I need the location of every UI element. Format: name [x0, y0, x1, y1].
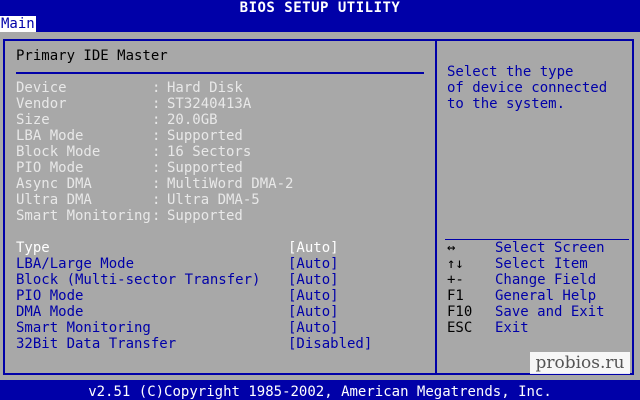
help-text-line: Select the type: [447, 64, 574, 80]
info-separator: :: [152, 160, 161, 176]
setting-type[interactable]: Type [Auto]: [16, 240, 416, 256]
info-value: Ultra DMA-5: [167, 192, 260, 208]
watermark: probios.ru: [530, 352, 630, 374]
info-value: ST3240413A: [167, 96, 252, 112]
key-name: +-: [447, 272, 464, 288]
help-text-line: of device connected: [447, 80, 608, 96]
info-value: Supported: [167, 208, 243, 224]
section-title: Primary IDE Master: [16, 48, 168, 64]
main-panel: Primary IDE Master Device : Hard Disk Ve…: [0, 32, 640, 380]
section-rule: [16, 72, 424, 74]
info-label: PIO Mode: [16, 160, 84, 176]
setting-label: Smart Monitoring: [16, 320, 151, 336]
left-right-arrow-icon: ↔: [447, 240, 456, 256]
info-value: Supported: [167, 160, 243, 176]
key-help-general-help: F1 General Help: [447, 288, 596, 304]
help-text-line: to the system.: [447, 96, 566, 112]
info-separator: :: [152, 144, 161, 160]
info-row-pio-mode: PIO Mode : Supported: [16, 160, 243, 176]
setting-value[interactable]: [Auto]: [288, 272, 339, 288]
setting-smart-monitoring[interactable]: Smart Monitoring [Auto]: [16, 320, 416, 336]
info-row-smart-monitoring: Smart Monitoring : Supported: [16, 208, 243, 224]
key-help-change-field: +- Change Field: [447, 272, 596, 288]
info-row-size: Size : 20.0GB: [16, 112, 218, 128]
key-help-save-exit: F10 Save and Exit: [447, 304, 605, 320]
info-row-ultra-dma: Ultra DMA : Ultra DMA-5: [16, 192, 260, 208]
info-value: MultiWord DMA-2: [167, 176, 294, 192]
info-label: Smart Monitoring: [16, 208, 151, 224]
info-label: Async DMA: [16, 176, 92, 192]
info-row-device: Device : Hard Disk: [16, 80, 243, 96]
info-row-block-mode: Block Mode : 16 Sectors: [16, 144, 251, 160]
info-separator: :: [152, 80, 161, 96]
info-separator: :: [152, 128, 161, 144]
setting-label: 32Bit Data Transfer: [16, 336, 177, 352]
setting-block-transfer[interactable]: Block (Multi-sector Transfer) [Auto]: [16, 272, 416, 288]
tab-main[interactable]: Main: [0, 16, 36, 32]
key-help-select-item: ↑↓ Select Item: [447, 256, 588, 272]
setting-pio-mode[interactable]: PIO Mode [Auto]: [16, 288, 416, 304]
info-value: Supported: [167, 128, 243, 144]
info-label: Ultra DMA: [16, 192, 92, 208]
info-row-async-dma: Async DMA : MultiWord DMA-2: [16, 176, 293, 192]
info-label: LBA Mode: [16, 128, 84, 144]
key-description: Select Screen: [495, 240, 605, 256]
setting-lba-large-mode[interactable]: LBA/Large Mode [Auto]: [16, 256, 416, 272]
setting-dma-mode[interactable]: DMA Mode [Auto]: [16, 304, 416, 320]
setting-value[interactable]: [Auto]: [288, 256, 339, 272]
info-value: 20.0GB: [167, 112, 218, 128]
info-label: Vendor: [16, 96, 67, 112]
setting-label: LBA/Large Mode: [16, 256, 135, 272]
info-separator: :: [152, 192, 161, 208]
key-description: Exit: [495, 320, 529, 336]
info-label: Size: [16, 112, 50, 128]
info-separator: :: [152, 112, 161, 128]
info-separator: :: [152, 96, 161, 112]
key-description: Save and Exit: [495, 304, 605, 320]
setting-value[interactable]: [Auto]: [288, 288, 339, 304]
key-help-exit: ESC Exit: [447, 320, 529, 336]
setting-value[interactable]: [Auto]: [288, 240, 339, 256]
panel-divider: [435, 39, 437, 375]
key-description: Select Item: [495, 256, 588, 272]
setting-value[interactable]: [Disabled]: [288, 336, 372, 352]
setting-value[interactable]: [Auto]: [288, 320, 339, 336]
setting-value[interactable]: [Auto]: [288, 304, 339, 320]
key-help-select-screen: ↔ Select Screen: [447, 240, 605, 256]
info-separator: :: [152, 176, 161, 192]
setting-label: Type: [16, 240, 50, 256]
setting-label: Block (Multi-sector Transfer): [16, 272, 261, 288]
info-label: Device: [16, 80, 67, 96]
setting-label: PIO Mode: [16, 288, 84, 304]
key-name: ESC: [447, 320, 473, 336]
info-row-vendor: Vendor : ST3240413A: [16, 96, 251, 112]
setting-32bit-data-transfer[interactable]: 32Bit Data Transfer [Disabled]: [16, 336, 416, 352]
info-separator: :: [152, 208, 161, 224]
key-description: General Help: [495, 288, 597, 304]
menu-bar: Main: [0, 16, 640, 32]
info-value: 16 Sectors: [167, 144, 252, 160]
info-row-lba-mode: LBA Mode : Supported: [16, 128, 243, 144]
key-description: Change Field: [495, 272, 597, 288]
key-name: F1: [447, 288, 464, 304]
key-name: F10: [447, 304, 473, 320]
setting-label: DMA Mode: [16, 304, 84, 320]
app-title: BIOS SETUP UTILITY: [0, 0, 640, 16]
info-value: Hard Disk: [167, 80, 243, 96]
up-down-arrow-icon: ↑↓: [447, 256, 464, 272]
footer-copyright: v2.51 (C)Copyright 1985-2002, American M…: [0, 380, 640, 400]
info-label: Block Mode: [16, 144, 101, 160]
